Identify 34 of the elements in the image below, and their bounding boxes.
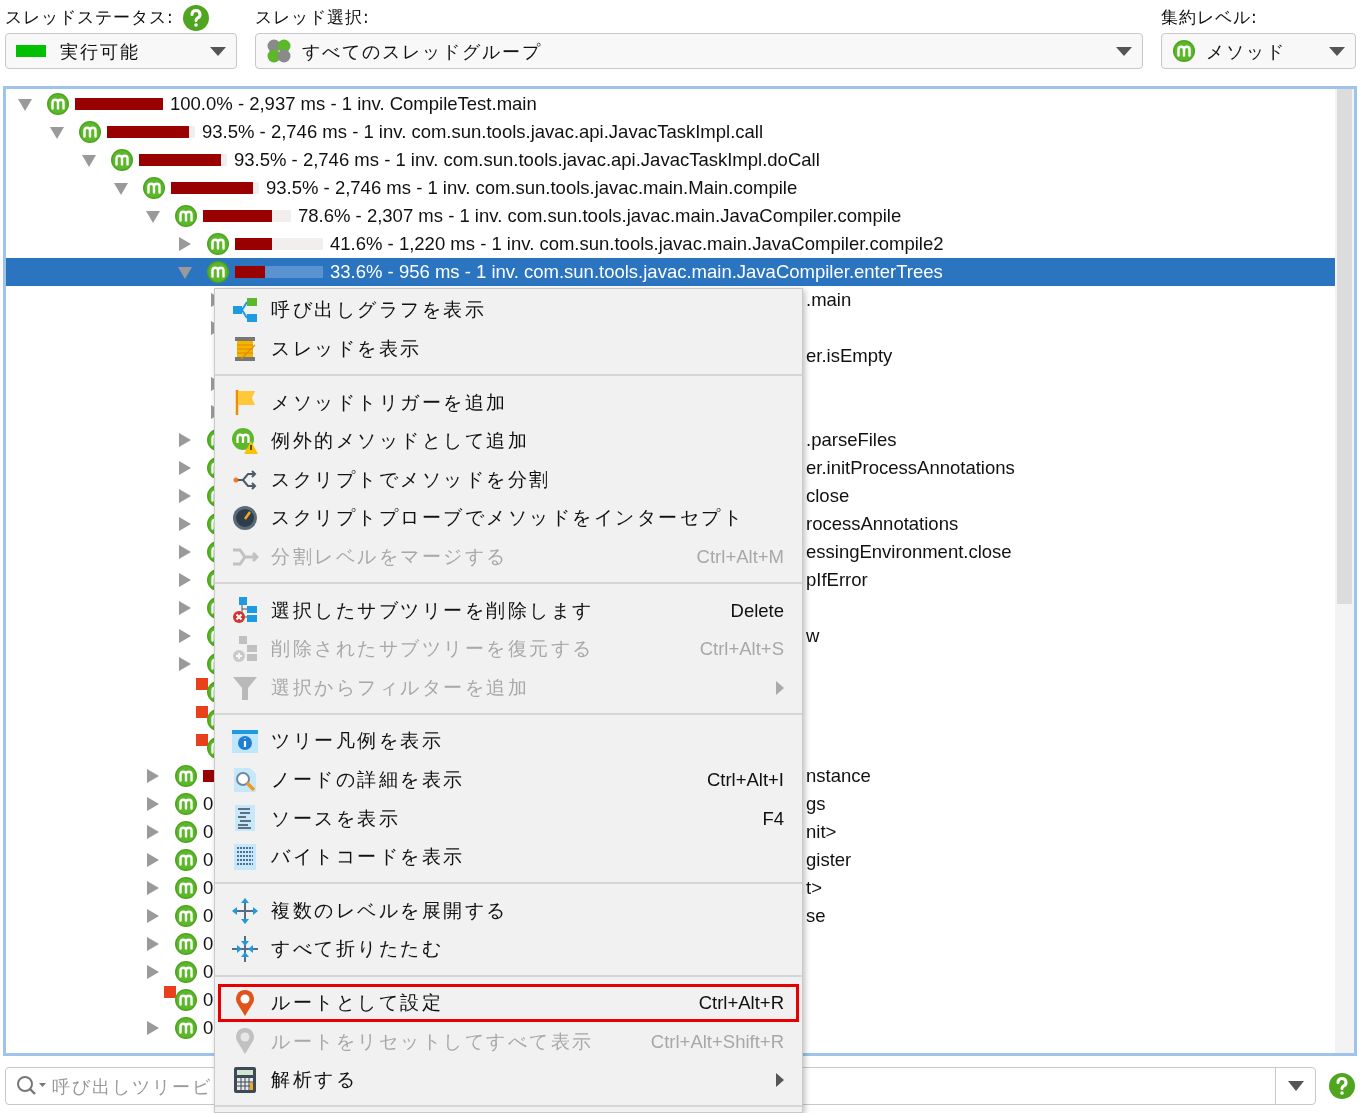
node-label: er.initProcessAnnotations	[806, 456, 1015, 481]
node-label: 100.0% - 2,937 ms - 1 inv. CompileTest.main	[170, 92, 537, 117]
node-label: 41.6% - 1,220 ms - 1 inv. com.sun.tools.javac.main.JavaCompiler.compile2	[330, 232, 944, 257]
node-label: 78.6% - 2,307 ms - 1 inv. com.sun.tools.javac.main.JavaCompiler.compile	[298, 204, 902, 229]
node-label: 0	[203, 932, 214, 957]
node-label: 93.5% - 2,746 ms - 1 inv. com.sun.tools.javac.api.JavacTaskImpl.call	[202, 120, 764, 145]
node-label: 0	[203, 904, 214, 929]
node-label: .main	[806, 288, 852, 313]
node-label: essingEnvironment.close	[806, 540, 1012, 565]
node-label: 0	[203, 988, 214, 1013]
node-label: er.isEmpty	[806, 344, 893, 369]
node-label: gister	[806, 848, 852, 873]
node-label: nit>	[806, 820, 837, 845]
node-label: 0	[203, 792, 214, 817]
node-label: w	[806, 624, 820, 649]
node-label: t>	[806, 876, 822, 901]
node-label: 93.5% - 2,746 ms - 1 inv. com.sun.tools.javac.api.JavacTaskImpl.doCall	[234, 148, 820, 173]
node-label: 0	[203, 848, 214, 873]
filter-label: 集約レベル:	[1161, 6, 1258, 30]
filter-label: スレッドステータス:	[5, 6, 174, 30]
node-label: 0	[203, 820, 214, 845]
node-label: 0	[203, 1016, 214, 1041]
node-label: 0	[203, 876, 214, 901]
node-label: 33.6% - 956 ms - 1 inv. com.sun.tools.javac.main.JavaCompiler.enterTrees	[330, 260, 943, 285]
node-label: rocessAnnotations	[806, 512, 959, 537]
filter-label: スレッド選択:	[255, 6, 370, 30]
node-label: gs	[806, 792, 826, 817]
node-label: .parseFiles	[806, 428, 897, 453]
node-label: nstance	[806, 764, 871, 789]
node-label: close	[806, 484, 850, 509]
node-label: pIfError	[806, 568, 868, 593]
node-label: 0	[203, 960, 214, 985]
node-label: 93.5% - 2,746 ms - 1 inv. com.sun.tools.javac.main.Main.compile	[266, 176, 798, 201]
node-label: se	[806, 904, 826, 929]
